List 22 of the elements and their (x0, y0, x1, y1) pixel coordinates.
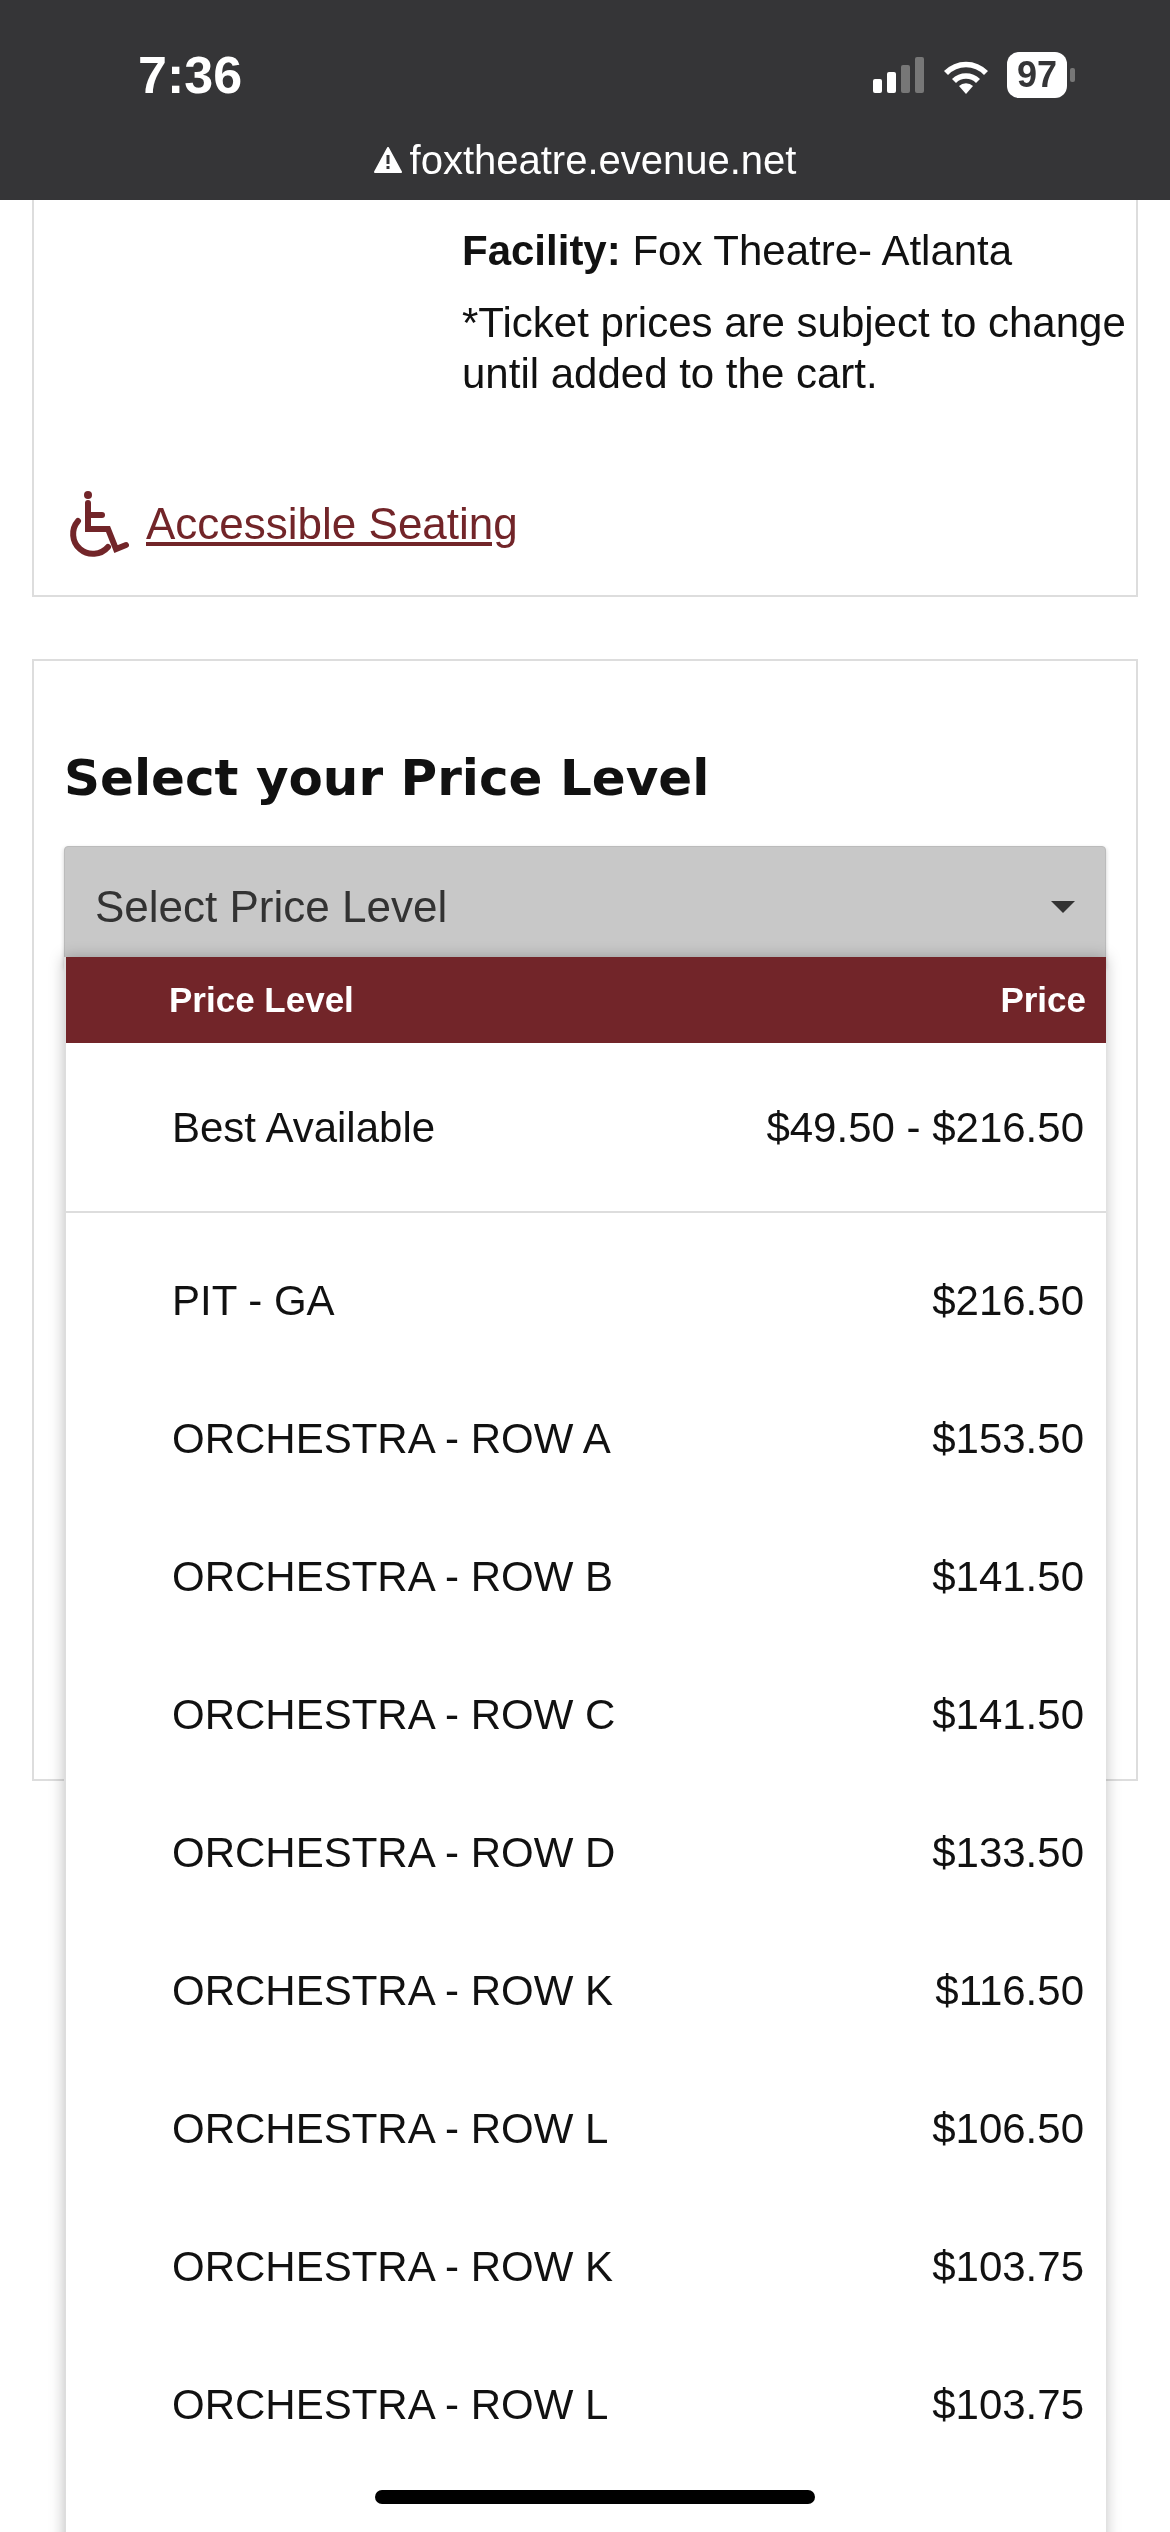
price-option[interactable]: ORCHESTRA - ROW A $153.50 (66, 1369, 1106, 1507)
price-option[interactable]: ORCHESTRA - ROW C $141.50 (66, 1645, 1106, 1783)
facility-text: Facility: Fox Theatre- Atlanta (462, 226, 1014, 276)
signal-icon (872, 57, 925, 93)
price-note: *Ticket prices are subject to change until added to the cart. (462, 298, 1127, 399)
clock-time: 7:36 (138, 45, 243, 106)
price-option[interactable]: ORCHESTRA - ROW D $133.50 (66, 1783, 1106, 1921)
battery-tip-icon (1070, 68, 1075, 82)
price-option[interactable]: ORCHESTRA - ROW L $103.75 (66, 2335, 1106, 2473)
column-header: Price Level (169, 978, 354, 1021)
column-header: Price (1000, 978, 1086, 1021)
section-title: Select your Price Level (64, 748, 711, 809)
battery-level: 97 (1006, 52, 1067, 98)
price-option[interactable]: PIT - GA $216.50 (66, 1231, 1106, 1369)
price-option[interactable]: ORCHESTRA - ROW K $103.75 (66, 2197, 1106, 2335)
caret-icon (1051, 901, 1075, 913)
warning-icon (373, 147, 402, 173)
accessible-seating-link[interactable]: Accessible Seating (146, 491, 518, 557)
price-option[interactable]: ORCHESTRA - ROW L $106.50 (66, 2059, 1106, 2197)
price-option[interactable]: ORCHESTRA - ROW K $116.50 (66, 1921, 1106, 2059)
address-url[interactable]: foxtheatre.evenue.net (409, 130, 797, 190)
price-option[interactable]: ORCHESTRA - ROW B $141.50 (66, 1507, 1106, 1645)
